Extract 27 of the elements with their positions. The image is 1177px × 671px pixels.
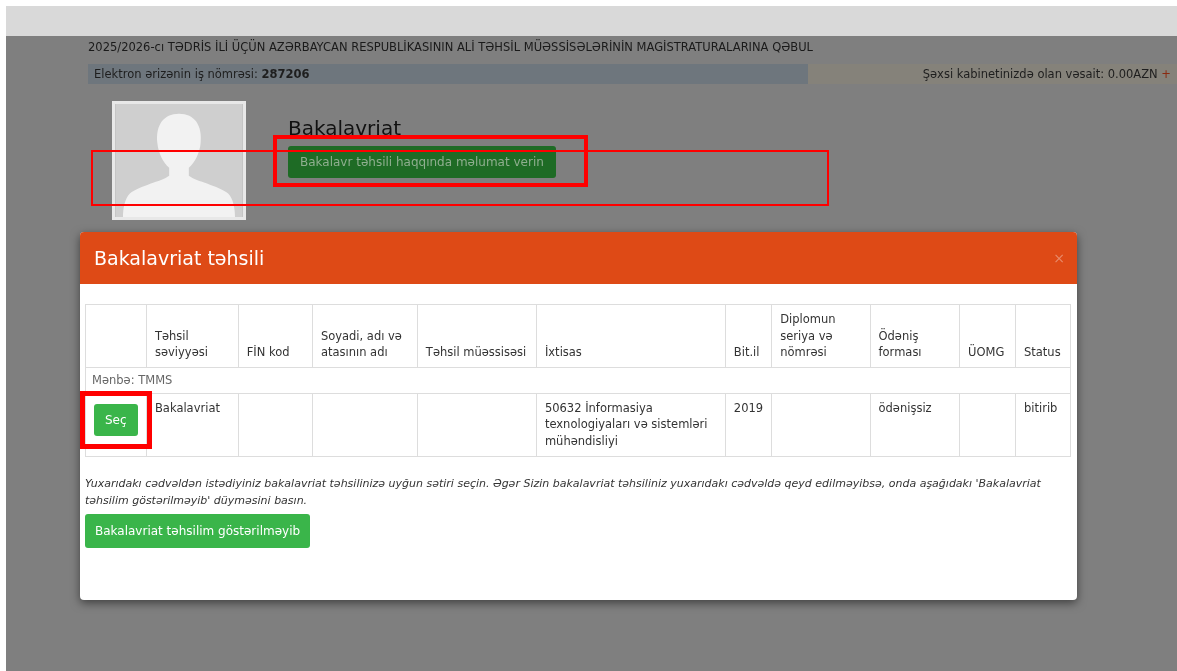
select-button[interactable]: Seç — [94, 403, 138, 436]
application-number-bar: Elektron ərizənin iş nömrəsi: 287206 — [88, 64, 808, 84]
column-header: ÜOMG — [959, 304, 1016, 368]
source-row: Mənbə: TMMS — [85, 367, 1071, 394]
column-header: Bit.il — [725, 304, 772, 368]
balance-bar: Şəxsi kabinetinizdə olan vəsait: 0.00AZN + — [808, 64, 1177, 84]
page-title: 2025/2026-cı TƏDRİS İLİ ÜÇÜN AZƏRBAYCAN RESPUBLİKASININ ALİ TƏHSİL MÜƏSSİSƏLƏRİNİN MAGİSTRATURALARINA QƏBUL — [88, 38, 814, 56]
column-header: Təhsil müəssisəsi — [417, 304, 537, 368]
table-cell: bitirib — [1015, 393, 1071, 457]
info-button[interactable]: Bakalavr təhsili haqqında məlumat verin — [288, 146, 556, 178]
column-header: Təhsil səviyyəsi — [146, 304, 239, 368]
table-cell: 50632 İnformasiya texnologiyaları və sistemləri mühəndisliyi — [536, 393, 726, 457]
not-shown-button[interactable]: Bakalavriat təhsilim göstərilməyib — [85, 513, 311, 548]
column-header: İxtisas — [536, 304, 726, 368]
table-cell: 2019 — [725, 393, 772, 457]
avatar-silhouette-icon — [112, 101, 246, 220]
column-header: FİN kod — [238, 304, 313, 368]
close-button[interactable]: × — [1053, 250, 1065, 266]
column-header: Soyadi, adı və atasının adı — [312, 304, 418, 368]
add-funds-link[interactable]: + — [1161, 67, 1171, 81]
instruction-text: Yuxarıdakı cədvəldən istədiyiniz bakalavriat təhsilinizə uyğun sətiri seçin. Əgər Sizin bakalavriat təhsiliniz yuxarıdakı cədvəldə qeyd edilməyibsə, onda aşağıdakı 'Bakalavriat təhsilim göstərilməyib' düyməsini basın. — [85, 475, 1042, 510]
column-header: Ödəniş forması — [870, 304, 960, 368]
section-heading: Bakalavriat — [288, 116, 402, 140]
column-header: Diplomun seriya və nömrəsi — [771, 304, 870, 368]
column-header: Status — [1015, 304, 1071, 368]
modal-title: Bakalavriat təhsili — [94, 247, 265, 269]
table-cell: ödənişsiz — [870, 393, 960, 457]
